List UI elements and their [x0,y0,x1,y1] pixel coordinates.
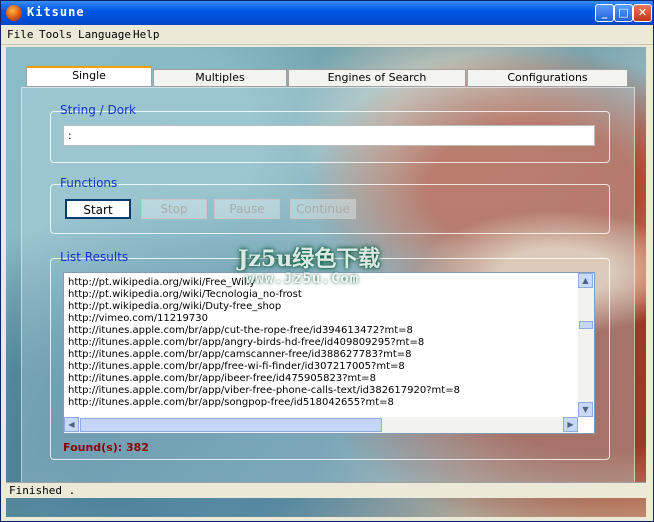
menu-file[interactable]: File [7,28,34,41]
scroll-left-button[interactable]: ◀ [64,417,79,432]
scroll-down-button[interactable]: ▼ [578,402,593,417]
watermark-url: www.Jz5u.Com [246,271,360,287]
list-item[interactable]: http://itunes.apple.com/br/app/ibeer-fre… [68,373,376,384]
triangle-down-icon: ▼ [582,405,589,414]
continue-button[interactable]: Continue [290,199,356,219]
results-listbox[interactable]: http://pt.wikipedia.org/wiki/Free_Willy … [63,272,595,434]
vertical-scroll-thumb[interactable] [579,321,593,329]
fox-app-icon [6,5,22,21]
list-item[interactable]: http://itunes.apple.com/br/app/free-wi-f… [68,361,405,372]
tab-configurations[interactable]: Configurations [467,69,628,87]
list-results-label: List Results [60,250,129,264]
stop-button[interactable]: Stop [141,199,207,219]
window-title: Kitsune [27,5,85,19]
pause-button[interactable]: Pause [214,199,280,219]
list-item[interactable]: http://itunes.apple.com/br/app/angry-bir… [68,337,424,348]
menu-language[interactable]: Language [78,28,131,41]
status-text: Finished . [9,484,76,497]
string-dork-label: String / Dork [60,103,136,117]
list-item[interactable]: http://itunes.apple.com/br/app/viber-fre… [68,385,460,396]
minimize-icon: _ [601,6,608,19]
list-item[interactable]: http://itunes.apple.com/br/app/cut-the-r… [68,325,413,336]
close-icon: ✕ [637,6,648,19]
list-item[interactable]: http://itunes.apple.com/br/app/songpop-f… [68,397,394,408]
tab-engines-of-search[interactable]: Engines of Search [288,69,466,87]
menu-bar: File Tools Language Help [1,25,653,45]
triangle-right-icon: ▶ [567,420,574,429]
maximize-icon: □ [618,6,629,19]
string-dork-input[interactable] [63,125,595,146]
menu-help[interactable]: Help [133,28,160,41]
list-item[interactable]: http://vimeo.com/11219730 [68,313,208,324]
found-count: Found(s): 382 [63,441,149,454]
vertical-scrollbar[interactable]: ▲ ▼ [578,273,594,417]
list-item[interactable]: http://pt.wikipedia.org/wiki/Tecnologia_… [68,289,302,300]
triangle-up-icon: ▲ [582,276,589,285]
watermark-logo: Jz5u绿色下载 [238,246,381,272]
menu-tools[interactable]: Tools [39,28,72,41]
title-bar[interactable]: Kitsune _ □ ✕ [1,1,653,25]
list-item[interactable]: http://pt.wikipedia.org/wiki/Free_Willy [68,277,255,288]
triangle-left-icon: ◀ [68,420,75,429]
tab-multiples[interactable]: Multiples [153,69,287,87]
functions-label: Functions [60,176,118,190]
minimize-button[interactable]: _ [595,4,614,22]
close-button[interactable]: ✕ [633,4,652,22]
horizontal-scrollbar[interactable]: ◀ ▶ [64,417,578,433]
tab-single[interactable]: Single [26,66,152,87]
maximize-button[interactable]: □ [614,4,633,22]
main-area: Single Multiples Engines of Search Confi… [6,47,646,517]
scroll-right-button[interactable]: ▶ [563,417,578,432]
horizontal-scroll-thumb[interactable] [80,418,382,432]
list-item[interactable]: http://pt.wikipedia.org/wiki/Duty-free_s… [68,301,281,312]
scroll-up-button[interactable]: ▲ [578,273,593,288]
status-bar: Finished . [6,482,646,498]
app-window: Kitsune _ □ ✕ File Tools Language Help S… [0,0,654,522]
start-button[interactable]: Start [65,199,131,219]
list-item[interactable]: http://itunes.apple.com/br/app/camscanne… [68,349,412,360]
